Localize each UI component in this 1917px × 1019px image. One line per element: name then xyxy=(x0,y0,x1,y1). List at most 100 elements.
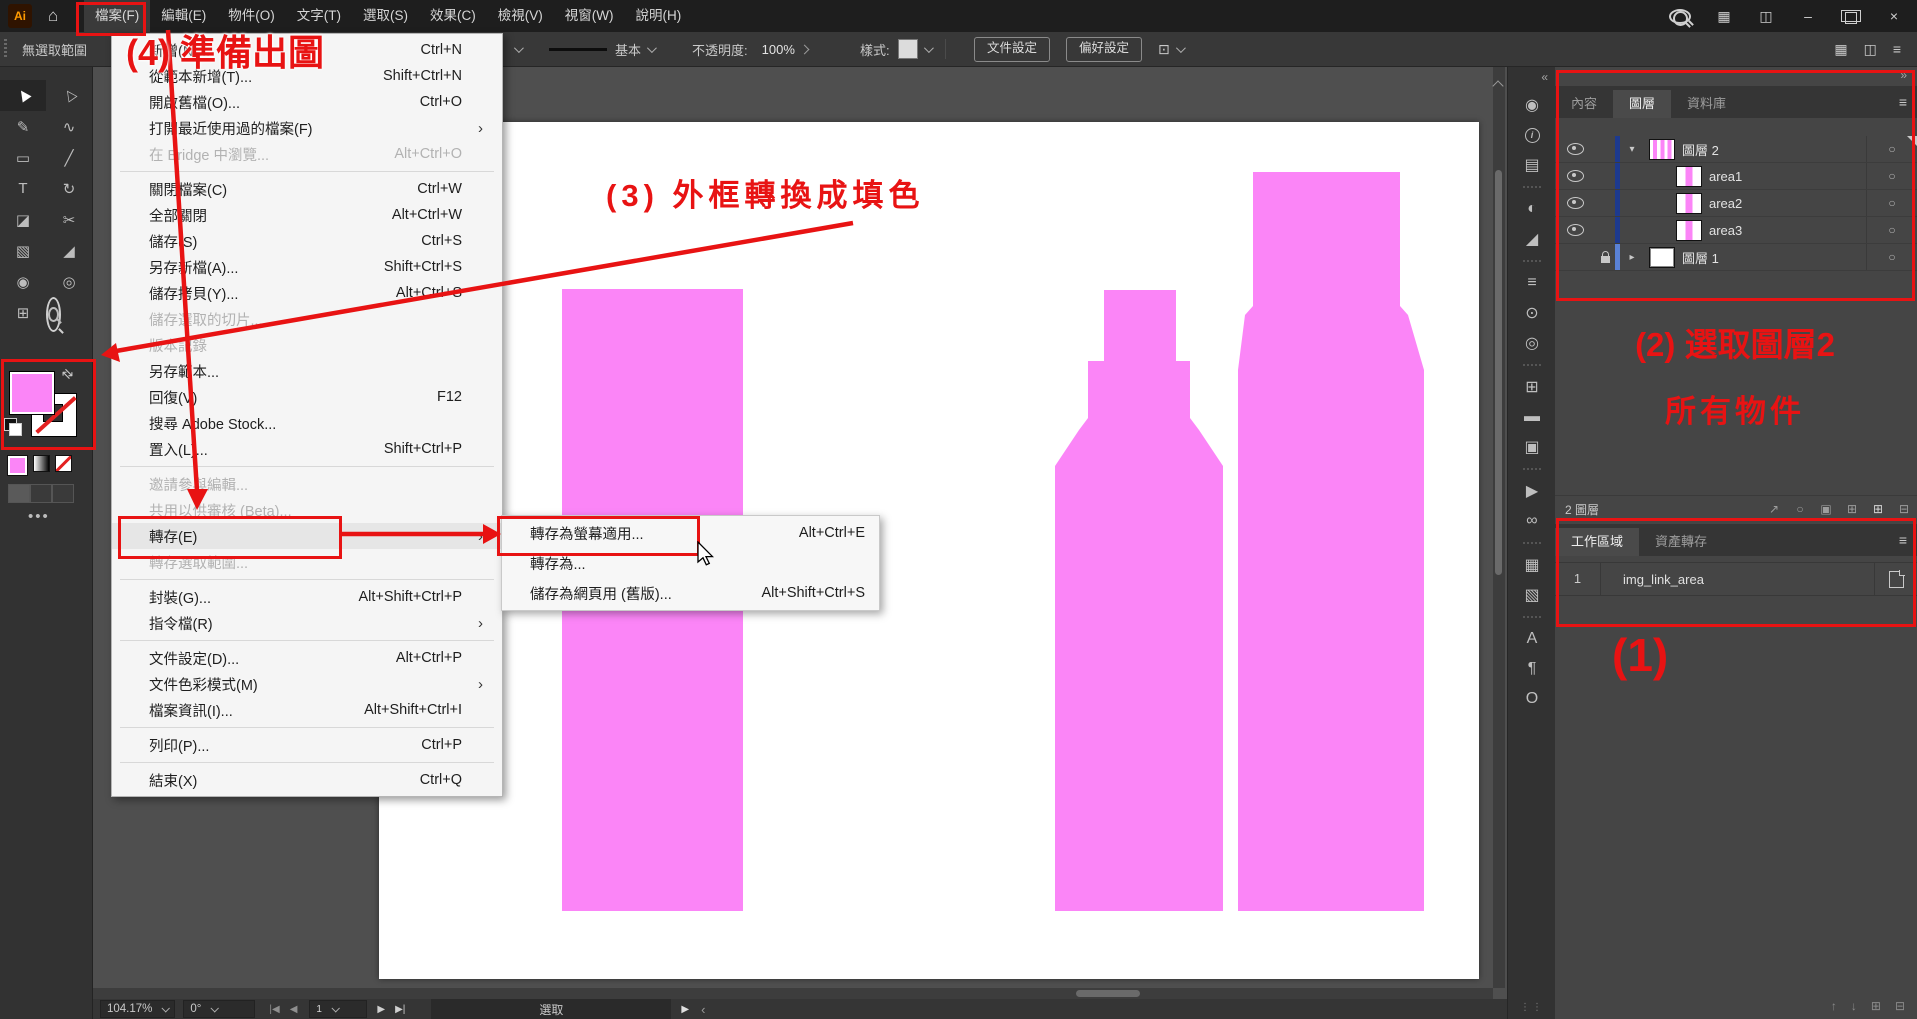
file-menu-item[interactable] xyxy=(112,462,502,471)
default-fill-stroke-icon[interactable] xyxy=(4,418,17,431)
document-setup-button[interactable]: 文件設定 xyxy=(974,37,1050,62)
paragraph-styles-icon[interactable]: ¶ xyxy=(1508,654,1556,684)
file-menu-item[interactable]: 列印(P)... Ctrl+P xyxy=(112,732,502,758)
swap-fill-stroke-icon[interactable]: ⇄ xyxy=(58,364,77,383)
new-sublayer-icon[interactable]: ⊞ xyxy=(1839,502,1865,516)
menubar-item[interactable]: 選取(S) xyxy=(352,0,419,32)
play-icon[interactable]: ▶ xyxy=(681,1004,689,1015)
workspace-grid-icon[interactable]: ▦ xyxy=(1715,8,1733,25)
panel-tab[interactable]: 資料庫 xyxy=(1671,90,1742,118)
links-icon[interactable]: ∞ xyxy=(1508,506,1556,536)
eraser-tool[interactable]: ◪ xyxy=(0,204,46,235)
rotate-tool[interactable]: ↻ xyxy=(46,173,92,204)
layer-thumbnail[interactable] xyxy=(1650,248,1674,267)
move-up-icon[interactable]: ↑ xyxy=(1831,999,1837,1013)
layer-thumbnail[interactable] xyxy=(1677,167,1701,186)
vertical-scrollbar[interactable] xyxy=(1493,66,1505,988)
locate-object-icon[interactable]: ○ xyxy=(1787,502,1813,516)
style-swatch[interactable] xyxy=(898,39,918,59)
delete-artboard-icon[interactable]: ⊟ xyxy=(1895,999,1905,1013)
file-menu-item[interactable]: 邀請參與編輯... xyxy=(112,471,502,497)
pen-tool[interactable]: ✎ xyxy=(0,111,46,142)
drag-handle[interactable] xyxy=(4,39,7,59)
variables-icon[interactable]: ▤ xyxy=(1508,150,1556,180)
new-artboard-icon[interactable]: ⊞ xyxy=(1871,999,1881,1013)
file-menu-item[interactable]: 文件設定(D)... Alt+Ctrl+P xyxy=(112,645,502,671)
panel-tab[interactable]: 內容 xyxy=(1555,90,1613,118)
selection-tool[interactable] xyxy=(0,80,46,111)
transform-icon[interactable]: ⊞ xyxy=(1508,372,1556,402)
file-menu-item[interactable] xyxy=(112,723,502,732)
menubar-item[interactable]: 物件(O) xyxy=(217,0,286,32)
artboard-tool[interactable]: ⊞ xyxy=(0,297,46,328)
export-submenu-item[interactable]: 儲存為網頁用 (舊版)... Alt+Shift+Ctrl+S xyxy=(502,578,879,608)
visibility-toggle[interactable] xyxy=(1555,170,1595,182)
first-artboard-icon[interactable]: |◀ xyxy=(269,1004,279,1015)
opentype-icon[interactable]: O xyxy=(1508,684,1556,714)
close-icon[interactable]: × xyxy=(1885,8,1903,24)
layer-thumbnail[interactable] xyxy=(1650,140,1674,159)
file-menu-item[interactable]: 打開最近使用過的檔案(F) › xyxy=(112,115,502,141)
artboard-number-dropdown[interactable]: 1 xyxy=(309,1000,367,1018)
expand-chevron-icon[interactable] xyxy=(1622,144,1642,155)
area2[interactable]: area2 ○ xyxy=(1555,190,1917,217)
opacity-value[interactable]: 100% xyxy=(762,42,795,57)
file-menu-item[interactable]: 檔案資訊(I)... Alt+Shift+Ctrl+I xyxy=(112,697,502,723)
last-artboard-icon[interactable]: ▶| xyxy=(395,1004,405,1015)
target-circle-icon[interactable]: ○ xyxy=(1866,217,1917,243)
rectangle-tool[interactable]: ▭ xyxy=(0,142,46,173)
lock-toggle[interactable] xyxy=(1595,252,1615,263)
file-menu-item[interactable]: 回復(V) F12 xyxy=(112,384,502,410)
file-menu-item[interactable]: 在 Bridge 中瀏覽... Alt+Ctrl+O xyxy=(112,141,502,167)
file-menu-item[interactable]: 文件色彩模式(M) › xyxy=(112,671,502,697)
expand-dock-icon[interactable]: » xyxy=(1900,68,1907,82)
file-menu-item[interactable]: 另存範本... xyxy=(112,358,502,384)
圖層 1[interactable]: 圖層 1 ○ xyxy=(1555,244,1917,271)
color-icon[interactable]: ◐ xyxy=(1508,194,1556,224)
layer-name[interactable]: area2 xyxy=(1709,196,1866,211)
layer-name[interactable]: area1 xyxy=(1709,169,1866,184)
zoom-level-dropdown[interactable]: 104.17% xyxy=(100,1000,175,1018)
maximize-icon[interactable] xyxy=(1841,10,1861,22)
arrange-documents-icon[interactable]: ◫ xyxy=(1757,8,1775,25)
file-menu-item[interactable]: 轉存選取範圍... xyxy=(112,549,502,575)
navigator-icon[interactable]: ◉ xyxy=(1508,90,1556,120)
gradient-button[interactable] xyxy=(34,456,49,471)
strip-overflow-icon[interactable]: ⋮⋮ xyxy=(1508,1002,1556,1013)
panel-tab[interactable]: 工作區域 xyxy=(1555,528,1639,556)
horizontal-scrollbar[interactable] xyxy=(92,988,1493,999)
shape-builder-tool[interactable]: ◎ xyxy=(46,266,92,297)
file-menu-item[interactable] xyxy=(112,575,502,584)
file-menu-item[interactable] xyxy=(112,636,502,645)
previous-artboard-icon[interactable]: ◀ xyxy=(290,1004,298,1015)
menubar-item[interactable]: 說明(H) xyxy=(624,0,692,32)
workspace-switch-icon[interactable]: ◫ xyxy=(1864,41,1877,58)
file-menu-item[interactable] xyxy=(112,758,502,767)
move-down-icon[interactable]: ↓ xyxy=(1851,999,1857,1013)
artboard-name[interactable]: img_link_area xyxy=(1601,572,1874,587)
img_link_area[interactable]: 1 img_link_area xyxy=(1555,562,1917,596)
file-menu-item[interactable] xyxy=(112,167,502,176)
file-menu-item[interactable]: 儲存(S) Ctrl+S xyxy=(112,228,502,254)
scissors-tool[interactable]: ✂ xyxy=(46,204,92,235)
visibility-toggle[interactable] xyxy=(1555,197,1595,209)
file-menu-item[interactable]: 結束(X) Ctrl+Q xyxy=(112,767,502,793)
illustrator-logo-icon[interactable]: Ai xyxy=(8,4,32,28)
eyedropper-tool[interactable]: ◢ xyxy=(46,235,92,266)
file-menu-item[interactable]: 搜尋 Adobe Stock... xyxy=(112,410,502,436)
draw-normal-button[interactable] xyxy=(8,484,30,503)
file-menu-item[interactable]: 置入(L)... Shift+Ctrl+P xyxy=(112,436,502,462)
appearance-icon[interactable]: ◎ xyxy=(1508,328,1556,358)
target-circle-icon[interactable]: ○ xyxy=(1866,190,1917,216)
zoom-tool[interactable] xyxy=(46,297,61,332)
fill-color-swatch[interactable] xyxy=(10,372,54,414)
menubar-item[interactable]: 效果(C) xyxy=(419,0,487,32)
transparency-icon[interactable]: ⊙ xyxy=(1508,298,1556,328)
target-circle-icon[interactable]: ○ xyxy=(1866,136,1917,162)
search-icon[interactable] xyxy=(1669,9,1691,24)
file-menu-item[interactable]: 從範本新增(T)... Shift+Ctrl+N xyxy=(112,63,502,89)
file-menu-item[interactable]: 指令檔(R) › xyxy=(112,610,502,636)
delete-layer-icon[interactable]: ⊟ xyxy=(1891,502,1917,516)
align-icon[interactable]: ▬ xyxy=(1508,402,1556,432)
arrange-icon[interactable]: ▦ xyxy=(1834,41,1847,58)
